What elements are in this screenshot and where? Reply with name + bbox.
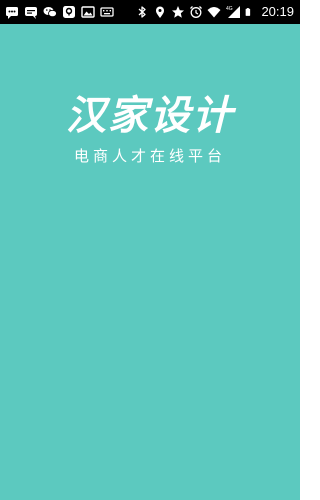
bluetooth-icon <box>139 6 147 18</box>
status-time: 20:19 <box>261 4 294 19</box>
location-icon <box>156 6 165 18</box>
app-icon <box>63 6 75 18</box>
wechat-icon <box>43 7 57 18</box>
message-icon <box>6 7 18 19</box>
chat-bubble-icon <box>25 7 37 19</box>
app-logo-title: 汉家设计 <box>66 93 234 139</box>
image-icon <box>81 6 95 18</box>
status-bar-notifications <box>5 0 119 24</box>
signal-icon: 4G <box>226 6 241 18</box>
battery-icon <box>246 8 251 16</box>
alarm-icon <box>190 6 203 18</box>
status-bar: 4G 20:19 <box>0 0 300 24</box>
keyboard-icon <box>100 7 114 17</box>
app-slogan: 电商人才在线平台 <box>73 147 226 165</box>
status-bar-system: 4G 20:19 <box>135 0 294 24</box>
star-icon <box>172 6 185 18</box>
wifi-icon <box>207 7 221 18</box>
splash-screen: 4G 20:19 汉家设计 电商人才在线平台 <box>0 0 300 500</box>
network-type-label: 4G <box>226 6 233 12</box>
